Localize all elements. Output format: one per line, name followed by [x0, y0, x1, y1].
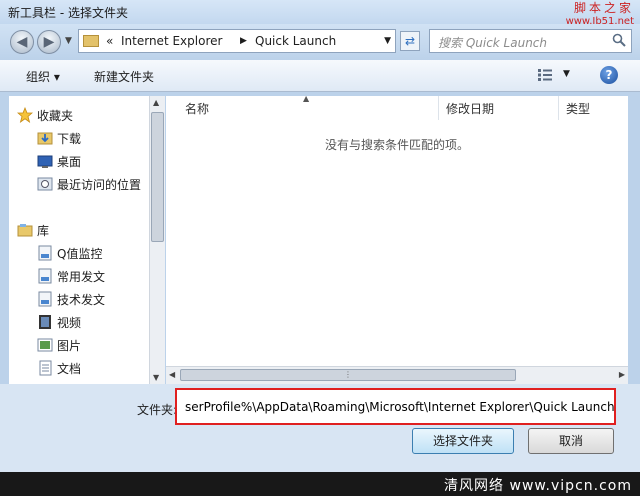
nav-item-downloads[interactable]: 下载 — [29, 127, 149, 149]
nav-label: 桌面 — [57, 155, 82, 169]
folder-path-input[interactable]: serProfile%\AppData\Roaming\Microsoft\In… — [175, 388, 616, 425]
nav-item-libraries[interactable]: 库 — [9, 219, 149, 241]
nav-item-recent-places[interactable]: 最近访问的位置 — [29, 173, 149, 195]
scroll-right-icon[interactable]: ▶ — [619, 370, 625, 379]
title-bar: 新工具栏 - 选择文件夹 脚本之家 www.Jb51.net — [0, 0, 640, 27]
search-input[interactable]: 搜索 Quick Launch — [429, 29, 632, 53]
folder-path-value: serProfile%\AppData\Roaming\Microsoft\In… — [185, 400, 615, 414]
navigation-scrollbar[interactable]: ▲ ▼ — [149, 96, 165, 384]
nav-label: 技术发文 — [57, 293, 106, 307]
empty-results-message: 没有与搜索条件匹配的项。 — [324, 138, 469, 152]
address-dropdown-icon[interactable]: ▼ — [384, 36, 391, 46]
column-separator[interactable] — [558, 96, 559, 120]
command-toolbar: 组织 ▾ 新建文件夹 ▼ ? — [0, 60, 640, 92]
select-folder-button[interactable]: 选择文件夹 — [412, 428, 514, 454]
nav-item-desktop[interactable]: 桌面 — [29, 150, 149, 172]
window-title: 新工具栏 - 选择文件夹 — [8, 6, 128, 20]
navigation-pane: 收藏夹 下载 桌面 最近访问的位置 库 Q值监控 常用发文 技术发文 视频 图片… — [9, 96, 149, 384]
scrollbar-thumb[interactable]: ⋮ — [180, 369, 516, 381]
nav-label: Q值监控 — [57, 247, 103, 261]
view-dropdown-icon[interactable]: ▼ — [563, 69, 570, 79]
nav-label: 下载 — [57, 132, 82, 146]
nav-item-library-tech[interactable]: 技术发文 — [29, 288, 149, 310]
scrollbar-thumb[interactable] — [151, 112, 164, 242]
recent-places-icon — [37, 177, 53, 191]
nav-label: 图片 — [57, 339, 82, 353]
view-options-icon[interactable] — [538, 69, 552, 81]
nav-label: 库 — [37, 224, 50, 238]
video-icon — [39, 315, 51, 329]
library-item-icon — [38, 245, 52, 261]
folder-field-label: 文件夹: — [137, 403, 178, 417]
new-folder-button[interactable]: 新建文件夹 — [94, 68, 154, 85]
scroll-left-icon[interactable]: ◀ — [169, 370, 175, 379]
folder-icon — [83, 35, 99, 47]
nav-label: 最近访问的位置 — [57, 178, 142, 192]
watermark-band: 清风网络 www.vipcn.com — [0, 472, 640, 496]
library-item-icon — [38, 268, 52, 284]
address-row: ◀ ▶ ▼ « Internet Explorer ▶ Quick Launch… — [0, 24, 640, 60]
address-bar[interactable]: « Internet Explorer ▶ Quick Launch ▼ — [78, 29, 396, 53]
refresh-button[interactable]: ⇄ — [400, 31, 420, 51]
watermark-bottom: 清风网络 www.vipcn.com — [444, 478, 632, 494]
nav-item-library-q[interactable]: Q值监控 — [29, 242, 149, 264]
forward-button[interactable]: ▶ — [37, 30, 61, 54]
refresh-icon: ⇄ — [404, 34, 416, 48]
column-header-name[interactable]: 名称 — [185, 100, 209, 117]
documents-icon — [39, 360, 52, 376]
scroll-down-icon[interactable]: ▼ — [153, 373, 159, 382]
scroll-up-icon[interactable]: ▲ — [153, 98, 159, 107]
organize-button[interactable]: 组织 ▾ — [26, 68, 60, 85]
nav-item-pictures[interactable]: 图片 — [29, 334, 149, 356]
nav-label: 视频 — [57, 316, 82, 330]
download-folder-icon — [37, 132, 53, 145]
file-list-pane: ▲ 名称 修改日期 类型 没有与搜索条件匹配的项。 — [166, 96, 628, 366]
nav-label: 文档 — [57, 362, 82, 376]
address-overflow-icon[interactable]: « — [106, 34, 113, 48]
nav-item-video[interactable]: 视频 — [29, 311, 149, 333]
back-button[interactable]: ◀ — [10, 30, 34, 54]
watermark-top-line1: 脚本之家 — [573, 1, 634, 15]
library-item-icon — [38, 291, 52, 307]
cancel-button[interactable]: 取消 — [528, 428, 614, 454]
dialog-footer: 文件夹: serProfile%\AppData\Roaming\Microso… — [0, 384, 640, 496]
help-icon[interactable]: ? — [600, 66, 618, 84]
recent-pages-dropdown-icon[interactable]: ▼ — [65, 36, 72, 46]
sort-indicator-icon: ▲ — [303, 96, 310, 103]
nav-item-favorites[interactable]: 收藏夹 — [9, 104, 149, 126]
horizontal-scrollbar[interactable]: ◀ ⋮ ▶ — [166, 366, 628, 384]
column-header-modified[interactable]: 修改日期 — [446, 100, 494, 117]
nav-item-library-common[interactable]: 常用发文 — [29, 265, 149, 287]
nav-label: 常用发文 — [57, 270, 106, 284]
address-segment-internet-explorer[interactable]: Internet Explorer — [121, 34, 222, 48]
search-placeholder: 搜索 Quick Launch — [438, 36, 548, 50]
column-header-type[interactable]: 类型 — [566, 100, 590, 117]
segment-arrow-icon[interactable]: ▶ — [240, 36, 247, 46]
column-separator[interactable] — [438, 96, 439, 120]
star-icon — [17, 107, 33, 123]
search-icon[interactable] — [612, 33, 626, 47]
nav-item-documents[interactable]: 文档 — [29, 357, 149, 379]
address-segment-quick-launch[interactable]: Quick Launch — [255, 34, 336, 48]
library-icon — [17, 224, 33, 237]
desktop-icon — [37, 155, 53, 168]
nav-label: 收藏夹 — [37, 109, 74, 123]
pictures-icon — [37, 338, 53, 352]
